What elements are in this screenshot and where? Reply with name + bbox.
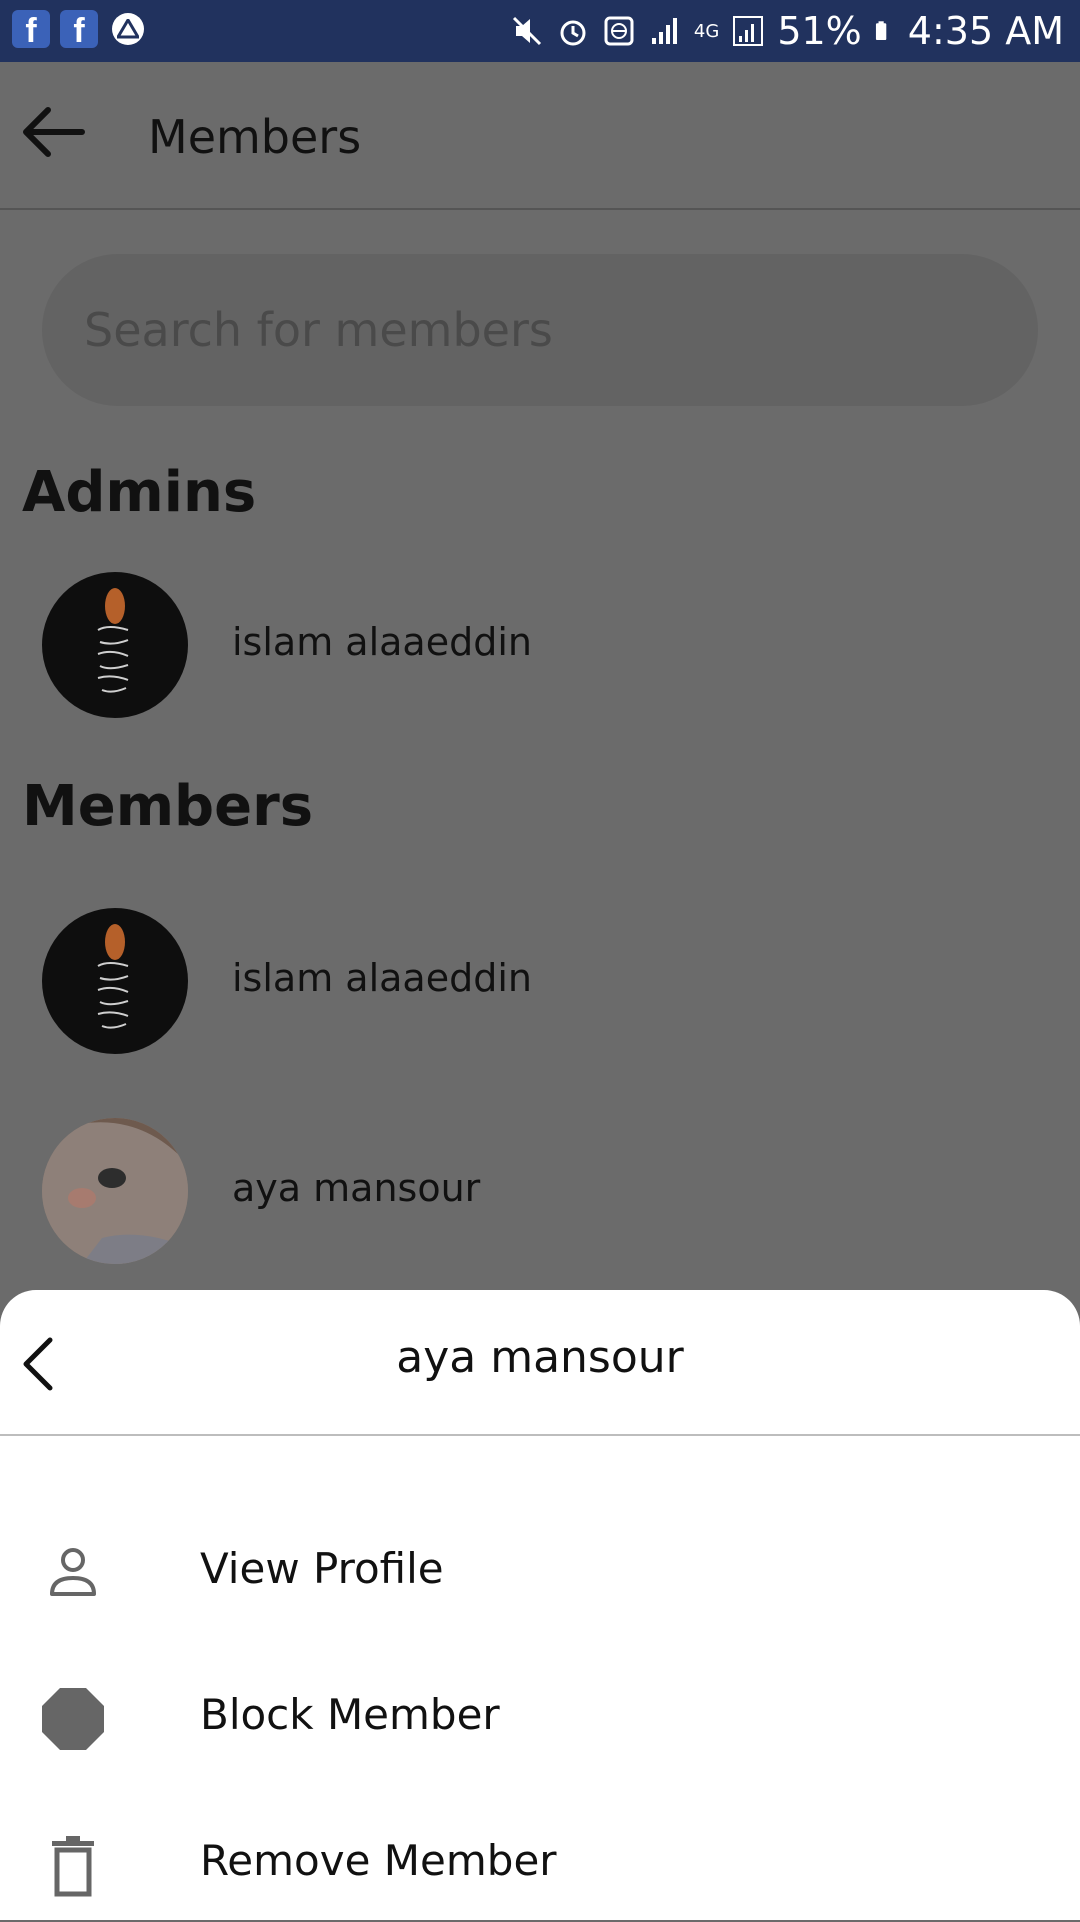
status-bar: f f 4G 51% 4:35 AM bbox=[0, 0, 1080, 62]
page-title: Members bbox=[148, 110, 362, 164]
view-profile-button[interactable]: View Profile bbox=[0, 1510, 1080, 1630]
back-arrow-icon[interactable] bbox=[18, 102, 88, 162]
trash-icon bbox=[52, 1836, 94, 1897]
search-input[interactable]: Search for members bbox=[42, 254, 1038, 406]
block-icon bbox=[42, 1688, 104, 1750]
signal-icon bbox=[651, 18, 677, 44]
block-member-button[interactable]: Block Member bbox=[0, 1656, 1080, 1776]
member-name: aya mansour bbox=[232, 1166, 481, 1210]
sheet-header: aya mansour bbox=[0, 1290, 1080, 1436]
avatar bbox=[42, 908, 188, 1054]
notification-icons: f f bbox=[12, 10, 144, 48]
battery-icon bbox=[875, 21, 887, 41]
members-heading: Members bbox=[22, 774, 314, 839]
avatar bbox=[42, 572, 188, 718]
alarm-icon bbox=[560, 20, 586, 46]
member-name: islam alaaeddin bbox=[232, 956, 532, 1000]
action-label: Block Member bbox=[200, 1690, 500, 1739]
globe-icon bbox=[604, 16, 634, 46]
avatar bbox=[42, 1118, 188, 1264]
mute-icon bbox=[512, 16, 541, 46]
person-icon bbox=[50, 1548, 96, 1596]
battery-percent: 51% bbox=[777, 9, 862, 53]
network-type: 4G bbox=[693, 20, 720, 42]
facebook-notification-icon: f bbox=[60, 10, 98, 48]
app-bar: Members bbox=[0, 62, 1080, 210]
drive-notification-icon bbox=[112, 13, 144, 45]
facebook-notification-icon: f bbox=[12, 10, 50, 48]
member-row[interactable]: aya mansour bbox=[0, 1118, 1080, 1278]
admin-row[interactable]: islam alaaeddin bbox=[0, 572, 1080, 732]
clock: 4:35 AM bbox=[907, 9, 1064, 53]
remove-member-button[interactable]: Remove Member bbox=[0, 1802, 1080, 1922]
search-placeholder: Search for members bbox=[84, 303, 553, 357]
action-label: View Profile bbox=[200, 1544, 444, 1593]
admins-heading: Admins bbox=[22, 460, 257, 525]
member-row[interactable]: islam alaaeddin bbox=[0, 908, 1080, 1068]
member-name: islam alaaeddin bbox=[232, 620, 532, 664]
signal-strength-icon bbox=[733, 16, 764, 46]
sheet-title: aya mansour bbox=[396, 1332, 684, 1383]
system-status: 4G 51% 4:35 AM bbox=[510, 8, 1064, 54]
member-actions-sheet: aya mansour View Profile Block Member Re… bbox=[0, 1290, 1080, 1920]
action-label: Remove Member bbox=[200, 1836, 557, 1885]
